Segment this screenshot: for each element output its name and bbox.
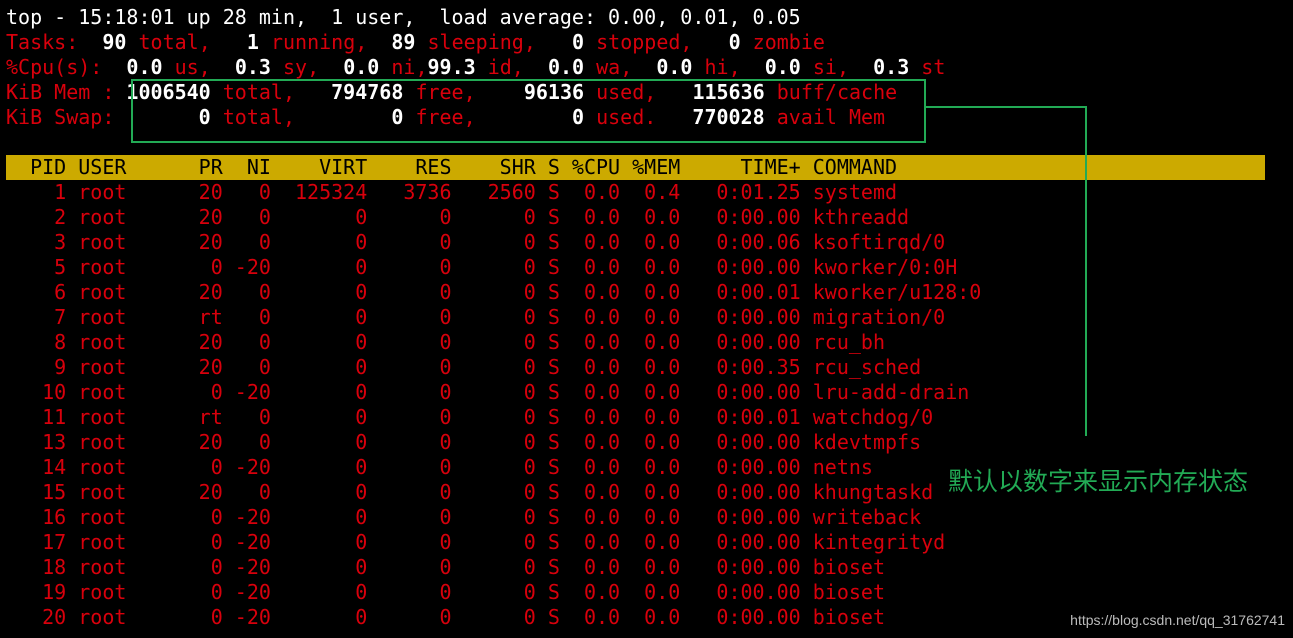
cpu-id-label: id,: [487, 55, 524, 79]
process-row[interactable]: 3 root 20 0 0 0 0 S 0.0 0.0 0:00.06 ksof…: [6, 230, 1265, 255]
cpu-us: 0.0: [126, 55, 163, 79]
tasks-stopped-label: stopped,: [596, 30, 693, 54]
watermark: https://blog.csdn.net/qq_31762741: [1070, 612, 1285, 628]
memory-annotation-text: 默认以数字来显示内存状态: [948, 467, 1249, 496]
process-row[interactable]: 16 root 0 -20 0 0 0 S 0.0 0.0 0:00.00 wr…: [6, 505, 1265, 530]
process-row[interactable]: 8 root 20 0 0 0 0 S 0.0 0.0 0:00.00 rcu_…: [6, 330, 1265, 355]
tasks-label: Tasks:: [6, 30, 79, 54]
cpu-id: 99.3: [427, 55, 476, 79]
cpu-us-label: us,: [174, 55, 211, 79]
cpu-wa: 0.0: [547, 55, 585, 79]
tasks-line: Tasks: 90 total, 1 running, 89 sleeping,…: [6, 30, 1265, 55]
process-row[interactable]: 13 root 20 0 0 0 0 S 0.0 0.0 0:00.00 kde…: [6, 430, 1265, 455]
tasks-total-label: total,: [138, 30, 211, 54]
process-row[interactable]: 5 root 0 -20 0 0 0 S 0.0 0.0 0:00.00 kwo…: [6, 255, 1265, 280]
process-row[interactable]: 7 root rt 0 0 0 0 S 0.0 0.0 0:00.00 migr…: [6, 305, 1265, 330]
tasks-stopped: 0: [572, 30, 585, 54]
tasks-total: 90: [102, 30, 127, 54]
process-row[interactable]: 17 root 0 -20 0 0 0 S 0.0 0.0 0:00.00 ki…: [6, 530, 1265, 555]
process-row[interactable]: 19 root 0 -20 0 0 0 S 0.0 0.0 0:00.00 bi…: [6, 580, 1265, 605]
process-row[interactable]: 18 root 0 -20 0 0 0 S 0.0 0.0 0:00.00 bi…: [6, 555, 1265, 580]
process-row[interactable]: 1 root 20 0 125324 3736 2560 S 0.0 0.4 0…: [6, 180, 1265, 205]
cpu-st: 0.3: [873, 55, 910, 79]
mem-label: KiB Mem :: [6, 80, 115, 104]
swap-label: KiB Swap:: [6, 105, 115, 129]
process-row[interactable]: 2 root 20 0 0 0 0 S 0.0 0.0 0:00.00 kthr…: [6, 205, 1265, 230]
tasks-zombie-label: zombie: [752, 30, 825, 54]
cpu-label: %Cpu(s):: [6, 55, 103, 79]
cpu-si: 0.0: [764, 55, 801, 79]
tasks-running: 1: [246, 30, 259, 54]
cpu-sy-label: sy,: [282, 55, 320, 79]
cpu-hi: 0.0: [656, 55, 693, 79]
process-row[interactable]: 6 root 20 0 0 0 0 S 0.0 0.0 0:00.01 kwor…: [6, 280, 1265, 305]
annotation-connector-horizontal: [926, 106, 1086, 108]
cpu-st-label: st: [921, 55, 946, 79]
memory-highlight-box: [131, 79, 926, 143]
cpu-ni-label: ni,: [391, 55, 428, 79]
process-row[interactable]: 9 root 20 0 0 0 0 S 0.0 0.0 0:00.35 rcu_…: [6, 355, 1265, 380]
process-row[interactable]: 11 root rt 0 0 0 0 S 0.0 0.0 0:00.01 wat…: [6, 405, 1265, 430]
tasks-running-label: running,: [270, 30, 368, 54]
cpu-wa-label: wa,: [596, 55, 633, 79]
tasks-sleeping: 89: [391, 30, 416, 54]
uptime-line: top - 15:18:01 up 28 min, 1 user, load a…: [6, 5, 801, 29]
process-table-header: PID USER PR NI VIRT RES SHR S %CPU %MEM …: [6, 155, 1265, 180]
cpu-ni: 0.0: [343, 55, 380, 79]
tasks-zombie: 0: [728, 30, 741, 54]
cpu-hi-label: hi,: [704, 55, 741, 79]
cpu-si-label: si,: [812, 55, 850, 79]
process-row[interactable]: 10 root 0 -20 0 0 0 S 0.0 0.0 0:00.00 lr…: [6, 380, 1265, 405]
tasks-sleeping-label: sleeping,: [427, 30, 536, 54]
cpu-line: %Cpu(s): 0.0 us, 0.3 sy, 0.0 ni,99.3 id,…: [6, 55, 1265, 80]
cpu-sy: 0.3: [234, 55, 271, 79]
annotation-connector-vertical: [1085, 106, 1087, 436]
